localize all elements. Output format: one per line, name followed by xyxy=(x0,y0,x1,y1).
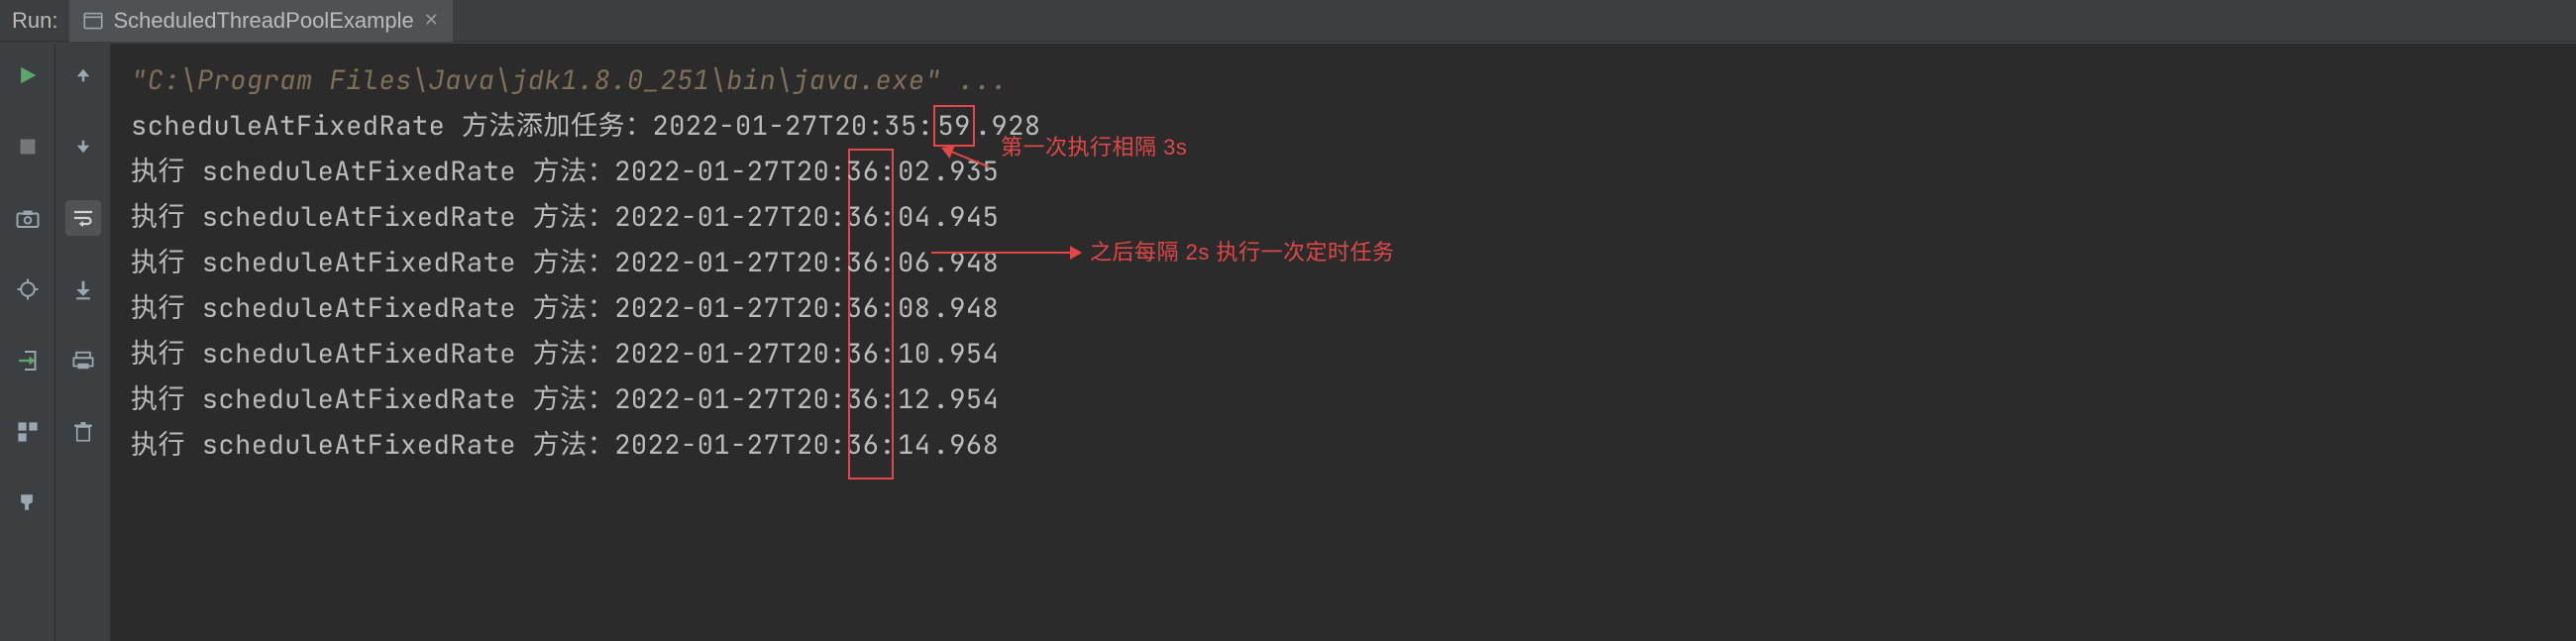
console-line-3-sec: 06 xyxy=(896,244,932,281)
camera-icon xyxy=(16,206,40,230)
previous-button[interactable] xyxy=(65,57,101,93)
console-line-1-sec: 02 xyxy=(896,153,932,190)
close-tab-button[interactable]: ✕ xyxy=(424,10,439,31)
run-config-name: ScheduledThreadPoolExample xyxy=(113,8,413,34)
console-line-4-suffix: .948 xyxy=(933,285,1000,331)
annotation-interval: 之后每隔 2s 执行一次定时任务 xyxy=(931,230,1394,275)
arrow-up-icon xyxy=(73,65,93,85)
console-line-6-sec: 12 xyxy=(896,380,932,418)
soft-wrap-button[interactable] xyxy=(65,200,101,236)
pin-icon xyxy=(17,492,39,514)
stop-button[interactable] xyxy=(10,129,46,164)
console-line-3-prefix: 执行 scheduleAtFixedRate 方法：2022-01-27T20:… xyxy=(131,240,896,285)
run-label: Run: xyxy=(0,8,69,34)
exit-icon xyxy=(16,349,40,373)
exit-button[interactable] xyxy=(10,343,46,378)
stop-icon xyxy=(18,137,38,157)
annotation-first-exec: 第一次执行相隔 3s xyxy=(941,125,1187,170)
console-line-4-sec: 08 xyxy=(896,289,932,327)
rerun-button[interactable] xyxy=(10,57,46,93)
arrow-down-icon xyxy=(73,137,93,157)
application-icon xyxy=(83,11,103,31)
console-line-2-prefix: 执行 scheduleAtFixedRate 方法：2022-01-27T20:… xyxy=(131,194,896,240)
console-line-0-prefix: scheduleAtFixedRate 方法添加任务：2022-01-27T20… xyxy=(131,103,933,149)
bug-gear-icon xyxy=(16,277,40,301)
pin-button[interactable] xyxy=(10,485,46,521)
console-line-7-suffix: .968 xyxy=(933,422,1000,468)
console-line-5-sec: 10 xyxy=(896,335,932,373)
console-line-6-prefix: 执行 scheduleAtFixedRate 方法：2022-01-27T20:… xyxy=(131,376,896,422)
console-command-line: "C:\Program Files\Java\jdk1.8.0_251\bin\… xyxy=(131,57,1008,103)
next-button[interactable] xyxy=(65,129,101,164)
scroll-to-end-button[interactable] xyxy=(65,271,101,307)
console-toolbar xyxy=(55,44,111,641)
clear-all-button[interactable] xyxy=(65,414,101,450)
console-line-7-sec: 14 xyxy=(896,426,932,464)
print-icon xyxy=(72,350,94,372)
run-toolwindow-header: Run: ScheduledThreadPoolExample ✕ xyxy=(0,0,2576,42)
trash-icon xyxy=(73,421,93,443)
run-left-toolbar xyxy=(0,44,55,641)
console-line-4-prefix: 执行 scheduleAtFixedRate 方法：2022-01-27T20:… xyxy=(131,285,896,331)
console-line-1-prefix: 执行 scheduleAtFixedRate 方法：2022-01-27T20:… xyxy=(131,149,896,194)
run-config-tab[interactable]: ScheduledThreadPoolExample ✕ xyxy=(69,0,452,42)
console-line-2-sec: 04 xyxy=(896,198,932,236)
dump-threads-button[interactable] xyxy=(10,200,46,236)
layout-icon xyxy=(17,421,39,443)
soft-wrap-icon xyxy=(71,206,95,230)
scroll-to-end-icon xyxy=(72,278,94,300)
debug-config-button[interactable] xyxy=(10,271,46,307)
console-line-7-prefix: 执行 scheduleAtFixedRate 方法：2022-01-27T20:… xyxy=(131,422,896,468)
console-line-6-suffix: .954 xyxy=(933,376,1000,422)
layout-button[interactable] xyxy=(10,414,46,450)
print-button[interactable] xyxy=(65,343,101,378)
console-line-5-prefix: 执行 scheduleAtFixedRate 方法：2022-01-27T20:… xyxy=(131,331,896,376)
console-output[interactable]: "C:\Program Files\Java\jdk1.8.0_251\bin\… xyxy=(111,44,2576,641)
console-line-5-suffix: .954 xyxy=(933,331,1000,376)
run-icon xyxy=(17,64,39,86)
